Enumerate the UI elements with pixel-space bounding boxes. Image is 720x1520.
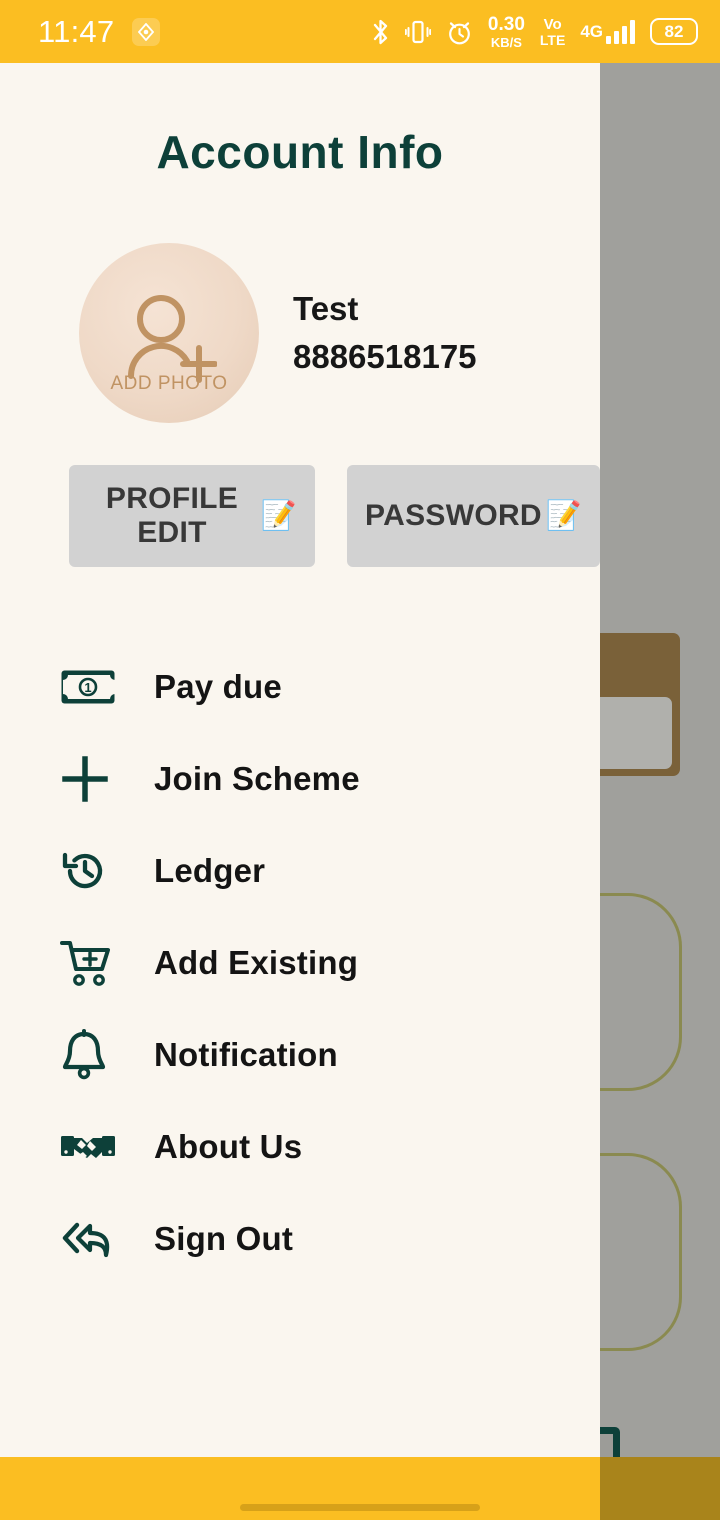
- memo-pencil-icon: 📝: [545, 499, 582, 532]
- avatar-add-photo-button[interactable]: ADD PHOTO: [79, 243, 259, 423]
- history-clock-icon: [60, 846, 118, 896]
- drawer-menu: 1 Pay due Join Scheme Ledger Add Existin…: [0, 641, 600, 1285]
- profile-details: Test 8886518175: [293, 290, 477, 376]
- bluetooth-icon: [371, 18, 390, 46]
- menu-item-pay-due[interactable]: 1 Pay due: [0, 641, 600, 733]
- alarm-clock-icon: [446, 18, 473, 46]
- menu-label: Pay due: [154, 668, 282, 705]
- menu-label: Add Existing: [154, 944, 359, 981]
- vibrate-icon: [404, 18, 431, 46]
- network-speed-unit: KB/S: [490, 34, 522, 50]
- battery-level-label: 82: [664, 21, 684, 41]
- profile-edit-label: PROFILE EDIT: [105, 482, 239, 549]
- status-bar-left: 11:47: [38, 13, 161, 50]
- password-label: PASSWORD: [365, 499, 542, 532]
- menu-item-sign-out[interactable]: Sign Out: [0, 1193, 600, 1285]
- navigation-drawer: Account Info ADD PHOTO Test 8886518175 P…: [0, 63, 600, 1457]
- profile-edit-button[interactable]: PROFILE EDIT 📝: [69, 465, 316, 567]
- volte-icon: Vo LTE: [540, 17, 565, 47]
- profile-header: ADD PHOTO Test 8886518175: [0, 243, 600, 423]
- bell-icon: [60, 1029, 118, 1081]
- menu-label: Join Scheme: [154, 760, 360, 797]
- gesture-home-indicator[interactable]: [240, 1504, 480, 1511]
- menu-item-notification[interactable]: Notification: [0, 1009, 600, 1101]
- network-speed-indicator: 0.30 KB/S: [488, 15, 525, 49]
- app-screen: Account Info ADD PHOTO Test 8886518175 P…: [0, 0, 720, 1520]
- menu-item-ledger[interactable]: Ledger: [0, 825, 600, 917]
- banknote-icon: 1: [60, 669, 118, 705]
- menu-label: About Us: [154, 1128, 303, 1165]
- volte-top: Vo: [543, 15, 562, 33]
- bottom-bar-right-segment: [600, 1457, 720, 1520]
- memo-pencil-icon: 📝: [260, 499, 298, 532]
- profile-name: Test: [293, 290, 359, 327]
- network-speed-value: 0.30: [487, 13, 525, 35]
- reply-back-arrow-icon: [60, 1217, 118, 1261]
- page-title: Account Info: [156, 126, 444, 178]
- volte-bottom: LTE: [539, 31, 566, 48]
- plus-icon: [60, 754, 118, 804]
- signal-bars-icon: 4G: [580, 19, 635, 44]
- cart-plus-icon: [60, 939, 118, 987]
- add-photo-label: ADD PHOTO: [110, 373, 228, 394]
- status-bar: 11:47 0.30 KB/S Vo LTE 4G 82: [0, 0, 720, 63]
- menu-label: Sign Out: [154, 1220, 294, 1257]
- menu-item-join-scheme[interactable]: Join Scheme: [0, 733, 600, 825]
- battery-indicator: 82: [650, 18, 698, 45]
- password-button[interactable]: PASSWORD 📝: [347, 465, 600, 567]
- status-bar-right: 0.30 KB/S Vo LTE 4G 82: [371, 15, 698, 49]
- network-type-label: 4G: [580, 21, 603, 41]
- menu-item-about-us[interactable]: About Us: [0, 1101, 600, 1193]
- profile-action-buttons: PROFILE EDIT 📝 PASSWORD 📝: [0, 465, 600, 567]
- menu-label: Ledger: [154, 852, 266, 889]
- status-time: 11:47: [38, 13, 115, 49]
- location-diamond-icon: [132, 17, 161, 46]
- handshake-icon: [60, 1127, 118, 1167]
- svg-text:1: 1: [84, 680, 91, 695]
- signal-strength-bars: [606, 19, 635, 44]
- menu-item-add-existing[interactable]: Add Existing: [0, 917, 600, 1009]
- menu-label: Notification: [154, 1036, 338, 1073]
- profile-phone: 8886518175: [293, 338, 477, 375]
